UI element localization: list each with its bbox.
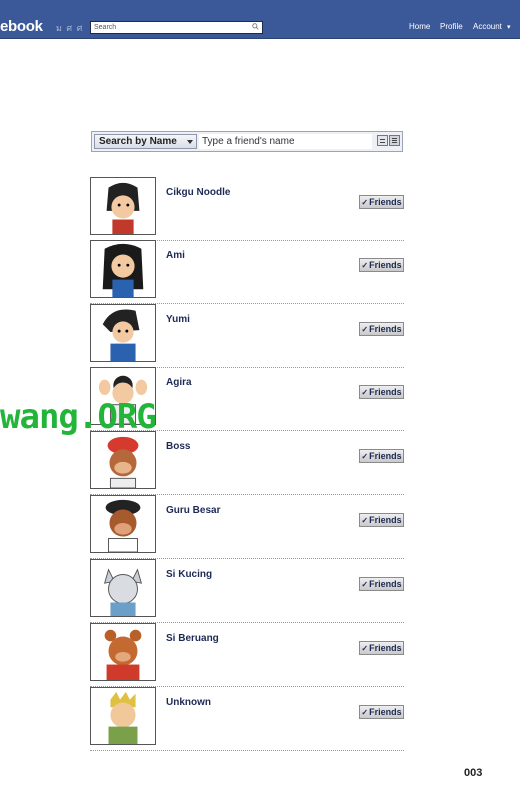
friend-row: Si Kucing ✓Friends (90, 559, 404, 623)
friend-row: Boss ✓Friends (90, 431, 404, 495)
avatar[interactable] (90, 304, 156, 362)
check-icon: ✓ (361, 452, 369, 461)
check-icon: ✓ (361, 198, 369, 207)
friend-name[interactable]: Unknown (166, 697, 211, 708)
account-dropdown-icon[interactable]: ▾ (507, 23, 511, 31)
friends-button[interactable]: ✓Friends (359, 385, 404, 399)
avatar[interactable] (90, 177, 156, 235)
avatar[interactable] (90, 431, 156, 489)
top-navigation-bar: ebook ม ศ ศ Search Home Profile Account … (0, 0, 520, 39)
friends-button[interactable]: ✓Friends (359, 449, 404, 463)
nav-profile-link[interactable]: Profile (440, 22, 463, 31)
friend-name[interactable]: Cikgu Noodle (166, 187, 230, 198)
avatar[interactable] (90, 240, 156, 298)
site-logo[interactable]: ebook (0, 18, 43, 35)
friends-button[interactable]: ✓Friends (359, 577, 404, 591)
friend-name[interactable]: Agira (166, 377, 192, 388)
friend-row: Yumi ✓Friends (90, 304, 404, 368)
friends-button[interactable]: ✓Friends (359, 641, 404, 655)
friends-button[interactable]: ✓Friends (359, 258, 404, 272)
nav-home-link[interactable]: Home (409, 22, 430, 31)
friend-row: Ami ✓Friends (90, 240, 404, 304)
avatar[interactable] (90, 687, 156, 745)
avatar[interactable] (90, 495, 156, 553)
friend-row: Unknown ✓Friends (90, 687, 404, 751)
search-icon[interactable] (252, 23, 259, 30)
search-placeholder: Search (94, 24, 117, 31)
search-mode-label: Search by Name (99, 136, 177, 147)
friend-name[interactable]: Si Kucing (166, 569, 212, 580)
friend-name[interactable]: Si Beruang (166, 633, 219, 644)
friends-button[interactable]: ✓Friends (359, 195, 404, 209)
friend-name[interactable]: Ami (166, 250, 185, 261)
friend-search-bar: Search by Name Type a friend's name (91, 131, 403, 152)
logo-extra-text: ม ศ ศ (56, 23, 84, 33)
friends-button[interactable]: ✓Friends (359, 513, 404, 527)
friend-name[interactable]: Guru Besar (166, 505, 220, 516)
friend-row: Si Beruang ✓Friends (90, 623, 404, 687)
check-icon: ✓ (361, 261, 369, 270)
chevron-down-icon (187, 140, 193, 144)
search-mode-select[interactable]: Search by Name (94, 134, 197, 149)
friend-row: Guru Besar ✓Friends (90, 495, 404, 559)
list-view-button[interactable] (389, 135, 400, 146)
grid-view-button[interactable] (377, 135, 388, 146)
check-icon: ✓ (361, 516, 369, 525)
check-icon: ✓ (361, 644, 369, 653)
friends-button[interactable]: ✓Friends (359, 705, 404, 719)
check-icon: ✓ (361, 325, 369, 334)
friends-button[interactable]: ✓Friends (359, 322, 404, 336)
friend-name[interactable]: Yumi (166, 314, 190, 325)
check-icon: ✓ (361, 580, 369, 589)
watermark-text: wang.ORG (0, 397, 157, 437)
nav-account-link[interactable]: Account (473, 22, 502, 31)
page-number: 003 (464, 767, 483, 779)
check-icon: ✓ (361, 388, 369, 397)
friend-name-input[interactable]: Type a friend's name (199, 134, 372, 149)
avatar[interactable] (90, 559, 156, 617)
check-icon: ✓ (361, 708, 369, 717)
search-input[interactable]: Search (90, 21, 263, 34)
friend-row: Cikgu Noodle ✓Friends (90, 177, 404, 241)
avatar[interactable] (90, 623, 156, 681)
friend-name[interactable]: Boss (166, 441, 190, 452)
